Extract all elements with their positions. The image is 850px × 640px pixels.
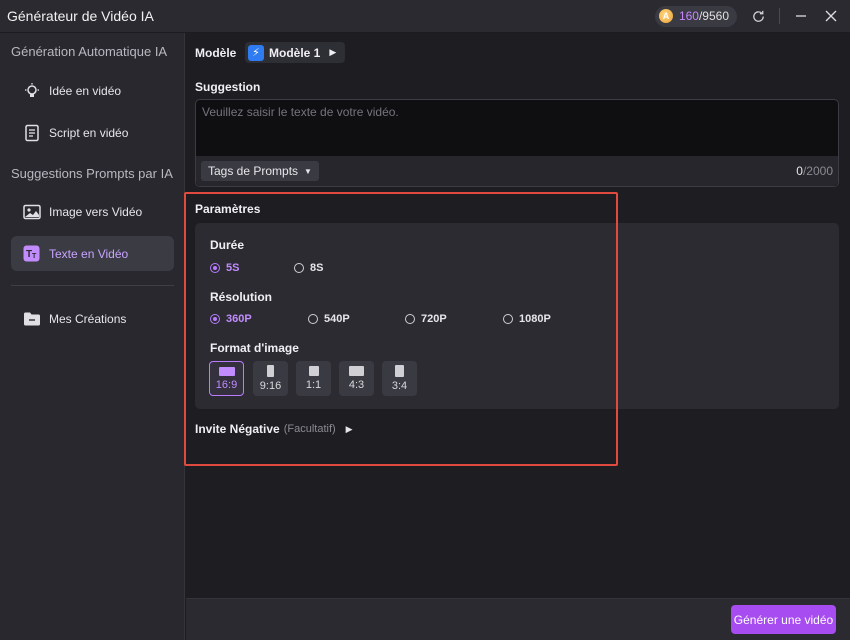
radio-icon — [308, 314, 318, 324]
duration-option-5s[interactable]: 5S — [210, 262, 239, 274]
ratio-16-9-icon — [218, 366, 235, 376]
folder-icon — [22, 309, 41, 328]
resolution-option-label: 720P — [421, 313, 447, 325]
params-label: Paramètres — [195, 202, 261, 216]
negative-prompt-toggle[interactable]: Invite Négative (Facultatif) ▶ — [195, 422, 353, 436]
title-bar-controls: A 160/9560 — [654, 0, 850, 33]
caret-right-icon: ▶ — [345, 423, 353, 434]
duration-option-label: 8S — [310, 262, 324, 274]
generate-video-button[interactable]: Générer une vidéo — [731, 605, 836, 634]
ratio-9-16-icon — [267, 365, 274, 377]
radio-selected-icon — [210, 263, 220, 273]
format-option-label: 4:3 — [348, 379, 365, 391]
sidebar-item-label: Mes Créations — [49, 311, 127, 326]
sidebar-item-texte-video[interactable]: TT Texte en Vidéo — [11, 236, 174, 271]
resolution-option-540p[interactable]: 540P — [308, 313, 350, 325]
resolution-option-label: 1080P — [519, 313, 551, 325]
format-option-16-9[interactable]: 16:9 — [209, 361, 244, 396]
sidebar-item-label: Texte en Vidéo — [49, 246, 129, 261]
model-value: Modèle 1 — [269, 45, 321, 60]
resolution-option-360p[interactable]: 360P — [210, 313, 252, 325]
model-selector[interactable]: ⚡ Modèle 1 ▶ — [245, 42, 345, 63]
credits-badge[interactable]: A 160/9560 — [654, 5, 737, 27]
format-option-3-4[interactable]: 3:4 — [382, 361, 417, 396]
credits-total: /9560 — [698, 9, 729, 23]
sidebar-item-image-video[interactable]: Image vers Vidéo — [11, 194, 174, 229]
resolution-option-1080p[interactable]: 1080P — [503, 313, 551, 325]
radio-icon — [294, 263, 304, 273]
resolution-label: Résolution — [210, 290, 272, 304]
duration-option-8s[interactable]: 8S — [294, 262, 323, 274]
radio-selected-icon — [210, 314, 220, 324]
prompt-input[interactable] — [196, 100, 838, 156]
sidebar-item-label: Script en vidéo — [49, 125, 129, 140]
image-icon — [22, 202, 41, 221]
sidebar-item-label: Idée en vidéo — [49, 83, 122, 98]
title-bar: Générateur de Vidéo IA A 160/9560 — [0, 0, 850, 33]
suggestion-label: Suggestion — [195, 80, 261, 94]
duration-option-label: 5S — [226, 262, 240, 274]
resolution-option-720p[interactable]: 720P — [405, 313, 447, 325]
sidebar: Génération Automatique IA Idée en vidéo … — [0, 33, 185, 640]
format-option-1-1[interactable]: 1:1 — [296, 361, 331, 396]
ratio-4-3-icon — [349, 366, 364, 376]
main-content: Modèle ⚡ Modèle 1 ▶ Suggestion Tags de P… — [184, 33, 850, 640]
sidebar-item-script-video[interactable]: Script en vidéo — [11, 115, 174, 150]
prompt-box: Tags de Prompts ▼ 0/2000 — [195, 99, 839, 187]
sidebar-section-auto: Génération Automatique IA — [11, 44, 168, 59]
char-counter: 0/2000 — [796, 164, 833, 178]
sidebar-item-label: Image vers Vidéo — [49, 204, 143, 219]
coin-icon: A — [658, 9, 673, 23]
sidebar-item-mes-creations[interactable]: Mes Créations — [11, 301, 174, 336]
char-count: 0 — [796, 164, 803, 178]
resolution-option-label: 360P — [226, 313, 252, 325]
ratio-1-1-icon — [308, 366, 319, 376]
app-title: Générateur de Vidéo IA — [7, 8, 154, 24]
format-option-4-3[interactable]: 4:3 — [339, 361, 374, 396]
close-icon[interactable] — [816, 0, 846, 33]
negative-optional: (Facultatif) — [283, 423, 336, 435]
format-option-label: 1:1 — [305, 379, 322, 391]
format-option-9-16[interactable]: 9:16 — [253, 361, 288, 396]
radio-icon — [503, 314, 513, 324]
format-label: Format d'image — [210, 341, 299, 355]
format-option-label: 16:9 — [215, 378, 238, 391]
negative-label: Invite Négative — [195, 422, 280, 436]
refresh-icon[interactable] — [743, 0, 773, 33]
format-option-label: 9:16 — [259, 380, 282, 392]
tags-prompts-button[interactable]: Tags de Prompts ▼ — [201, 161, 319, 181]
sidebar-section-prompts: Suggestions Prompts par IA — [11, 166, 173, 181]
format-option-label: 3:4 — [391, 380, 408, 392]
radio-icon — [405, 314, 415, 324]
script-icon — [22, 123, 41, 142]
prompt-footer: Tags de Prompts ▼ 0/2000 — [196, 156, 838, 186]
title-separator — [779, 8, 780, 24]
credits-used: 160 — [678, 9, 699, 23]
tags-prompts-label: Tags de Prompts — [208, 164, 299, 178]
model-label: Modèle — [195, 46, 237, 60]
lightning-icon: ⚡ — [248, 44, 264, 61]
svg-text:T: T — [32, 253, 37, 260]
minimize-icon[interactable] — [786, 0, 816, 33]
bottom-bar: Générer une vidéo — [186, 598, 850, 640]
caret-right-icon: ▶ — [329, 47, 337, 57]
ratio-3-4-icon — [395, 365, 404, 377]
lightbulb-icon — [22, 81, 41, 100]
text-icon: TT — [22, 244, 41, 263]
duration-label: Durée — [210, 238, 245, 252]
sidebar-divider — [11, 285, 174, 286]
char-max: /2000 — [802, 164, 833, 178]
caret-down-icon: ▼ — [304, 166, 312, 176]
sidebar-item-idee-video[interactable]: Idée en vidéo — [11, 73, 174, 108]
resolution-option-label: 540P — [324, 313, 350, 325]
